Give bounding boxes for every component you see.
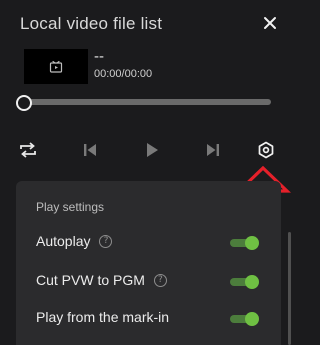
local-video-file-list-panel: Local video file list -- 00:00/00:00 Pla… [0, 0, 293, 345]
scrollbar[interactable] [288, 232, 291, 345]
close-button[interactable] [261, 14, 279, 32]
toggle-knob [245, 275, 259, 289]
close-icon [264, 17, 276, 29]
repeat-button[interactable] [18, 140, 38, 160]
play-from-mark-in-toggle[interactable] [230, 312, 259, 326]
play-settings-title: Play settings [36, 200, 105, 214]
progress-track[interactable] [22, 99, 271, 105]
play-from-mark-in-label: Play from the mark-in [36, 309, 170, 325]
help-icon[interactable]: ? [153, 273, 167, 287]
repeat-icon [20, 142, 36, 158]
file-time: 00:00/00:00 [94, 68, 153, 80]
play-button[interactable] [142, 140, 162, 160]
file-name: -- [94, 48, 104, 65]
progress-handle[interactable] [16, 95, 32, 111]
autoplay-label: Autoplay [36, 233, 91, 249]
toggle-knob [245, 236, 259, 250]
previous-icon [84, 144, 96, 156]
play-from-mark-in-row: Play from the mark-in [36, 309, 169, 325]
help-icon[interactable]: ? [99, 234, 113, 248]
next-icon [207, 144, 219, 156]
play-settings-popup: Play settings Autoplay ? Cut PVW to PGM … [16, 181, 281, 345]
autoplay-toggle[interactable] [230, 236, 259, 250]
video-thumbnail[interactable] [24, 49, 88, 84]
settings-icon [258, 141, 274, 159]
cut-pvw-to-pgm-toggle[interactable] [230, 275, 259, 289]
video-file-icon [49, 60, 63, 73]
previous-button[interactable] [80, 140, 100, 160]
cut-pvw-to-pgm-row: Cut PVW to PGM ? [36, 272, 167, 288]
toggle-knob [245, 312, 259, 326]
play-icon [147, 143, 158, 157]
play-settings-button[interactable] [256, 140, 276, 160]
autoplay-row: Autoplay ? [36, 233, 113, 249]
panel-title: Local video file list [20, 14, 163, 33]
cut-pvw-to-pgm-label: Cut PVW to PGM [36, 272, 145, 288]
next-button[interactable] [203, 140, 223, 160]
